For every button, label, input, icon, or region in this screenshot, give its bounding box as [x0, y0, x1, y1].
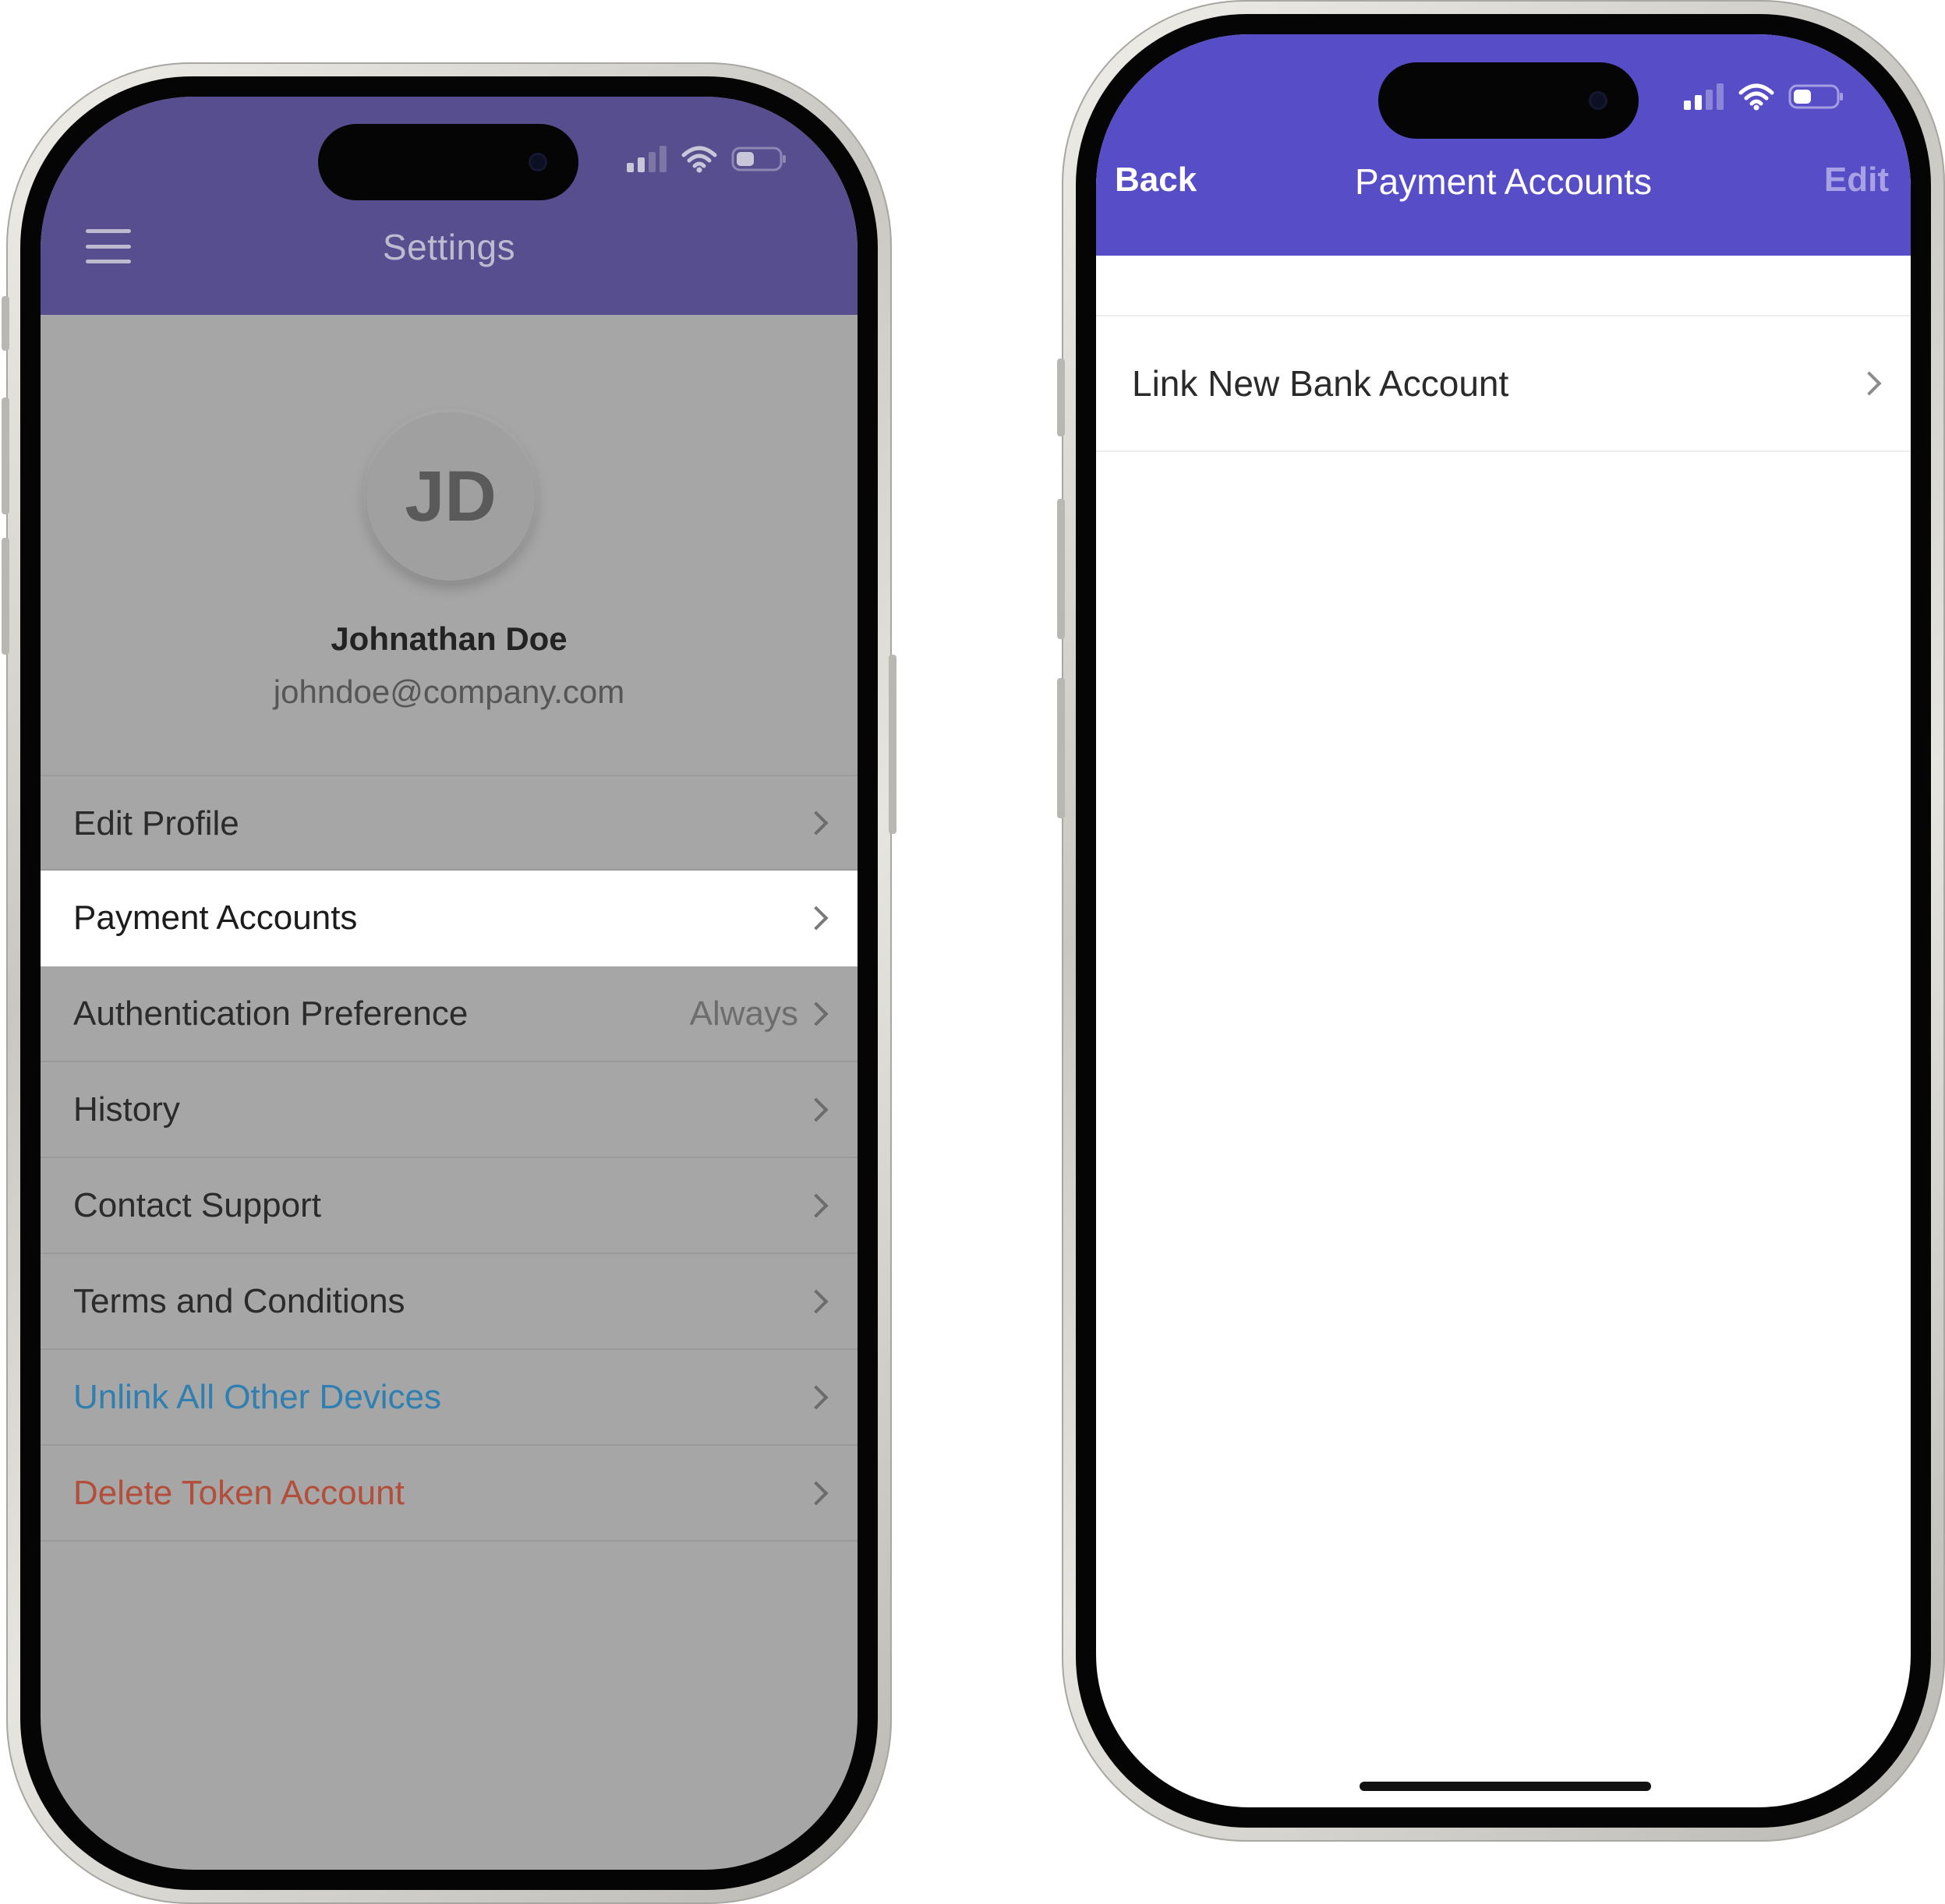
- volume-down-button: [1057, 678, 1065, 818]
- edit-button[interactable]: Edit: [1824, 161, 1889, 200]
- volume-up-button: [2, 397, 9, 514]
- status-bar: [1684, 83, 1844, 111]
- wifi-icon: [681, 146, 717, 173]
- cellular-signal-icon: [627, 146, 667, 172]
- settings-app-bar: Settings: [41, 97, 858, 315]
- action-button: [1057, 359, 1065, 436]
- menu-item-terms-and-conditions[interactable]: Terms and Conditions: [41, 1254, 858, 1350]
- chevron-right-icon: [804, 1480, 829, 1506]
- link-new-bank-account-row[interactable]: Link New Bank Account: [1096, 315, 1911, 452]
- home-indicator[interactable]: [1360, 1782, 1651, 1791]
- chevron-right-icon: [804, 1097, 829, 1122]
- profile-email: johndoe@company.com: [273, 673, 625, 710]
- payment-accounts-screen: Back Payment Accounts Edit Link New Bank…: [1096, 34, 1911, 1807]
- menu-item-label: Edit Profile: [73, 804, 239, 842]
- menu-item-label: Delete Token Account: [73, 1474, 405, 1512]
- list-item-label: Link New Bank Account: [1132, 363, 1509, 404]
- cellular-signal-icon: [1684, 83, 1724, 110]
- menu-item-label: Payment Accounts: [73, 899, 358, 937]
- menu-item-history[interactable]: History: [41, 1062, 858, 1158]
- chevron-right-icon: [1857, 371, 1882, 396]
- page-title: Payment Accounts: [1355, 161, 1652, 202]
- chevron-right-icon: [804, 1192, 829, 1218]
- menu-item-label: Authentication Preference: [73, 994, 469, 1033]
- menu-item-contact-support[interactable]: Contact Support: [41, 1158, 858, 1254]
- menu-item-value: Always: [689, 994, 798, 1033]
- dynamic-island: [318, 124, 578, 200]
- chevron-right-icon: [804, 905, 829, 931]
- payment-accounts-list: Link New Bank Account: [1096, 315, 1911, 452]
- menu-item-label: History: [73, 1090, 180, 1129]
- front-camera-icon: [1589, 91, 1607, 110]
- side-button: [889, 655, 896, 834]
- menu-item-label: Unlink All Other Devices: [73, 1378, 441, 1416]
- action-button: [2, 296, 9, 351]
- chevron-right-icon: [804, 1384, 829, 1410]
- menu-item-authentication-preference[interactable]: Authentication Preference Always: [41, 966, 858, 1062]
- chevron-right-icon: [804, 1001, 829, 1026]
- phone-frame-settings: Settings JD Johnathan Doe johndoe@compan…: [2, 62, 896, 1904]
- menu-item-label: Contact Support: [73, 1186, 321, 1224]
- volume-down-button: [2, 538, 9, 655]
- volume-up-button: [1057, 499, 1065, 639]
- profile-name: Johnathan Doe: [331, 620, 568, 657]
- menu-item-payment-accounts[interactable]: Payment Accounts: [41, 871, 858, 966]
- avatar[interactable]: JD: [366, 412, 535, 581]
- settings-screen: Settings JD Johnathan Doe johndoe@compan…: [41, 97, 858, 1870]
- payment-accounts-nav-bar: Back Payment Accounts Edit: [1096, 34, 1911, 256]
- menu-item-edit-profile[interactable]: Edit Profile: [41, 775, 858, 871]
- page-title: Settings: [382, 227, 516, 267]
- dynamic-island: [1378, 62, 1639, 139]
- battery-icon: [731, 147, 786, 171]
- chevron-right-icon: [804, 1288, 829, 1314]
- chevron-right-icon: [804, 810, 829, 835]
- settings-menu: Edit Profile Payment Accounts Authentica…: [41, 775, 858, 1542]
- phone-frame-payment-accounts: Back Payment Accounts Edit Link New Bank…: [1057, 0, 1945, 1842]
- battery-icon: [1788, 84, 1843, 109]
- status-bar: [627, 145, 787, 173]
- menu-item-delete-token-account[interactable]: Delete Token Account: [41, 1446, 858, 1542]
- wifi-icon: [1738, 83, 1774, 111]
- menu-item-unlink-devices[interactable]: Unlink All Other Devices: [41, 1350, 858, 1446]
- menu-item-label: Terms and Conditions: [73, 1282, 405, 1320]
- front-camera-icon: [529, 153, 547, 171]
